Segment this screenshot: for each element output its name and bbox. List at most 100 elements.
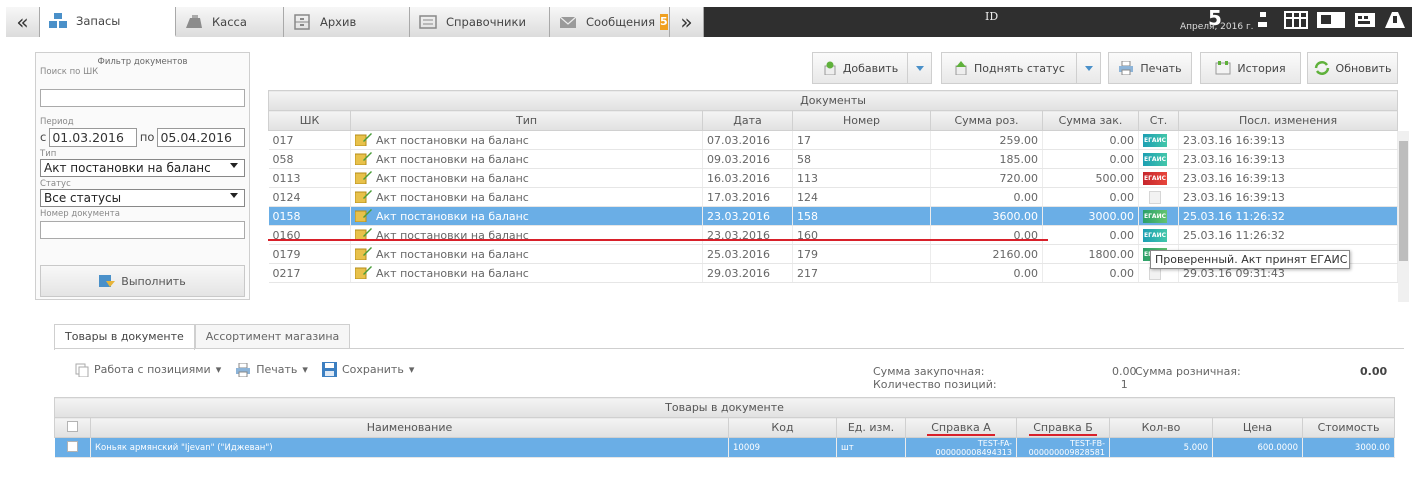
egais-status-icon[interactable] xyxy=(1149,190,1161,204)
cell-type-label: Акт постановки на баланс xyxy=(376,248,529,261)
type-select[interactable]: Акт постановки на баланс xyxy=(40,159,245,177)
cell-type: Акт постановки на баланс xyxy=(350,206,703,226)
tab-zapasy[interactable]: Запасы xyxy=(40,7,176,37)
period-label: Период xyxy=(40,117,74,127)
row-checkbox[interactable] xyxy=(66,440,78,452)
table-row[interactable]: 017 Акт постановки на баланс 07.03.2016 17 2… xyxy=(268,130,1399,150)
date-to-field[interactable]: 05.04.2016 xyxy=(157,127,245,147)
tab-kassa[interactable]: Касса xyxy=(176,7,284,37)
user-icon[interactable] xyxy=(1384,10,1406,30)
cell-last-change: 23.03.16 16:39:13 xyxy=(1178,187,1399,207)
positions-count-label: Количество позиций: xyxy=(873,378,997,391)
col-header-number[interactable]: Номер xyxy=(792,110,931,131)
col-header-name[interactable]: Наименование xyxy=(90,417,729,438)
cell-retail-sum: 259.00 xyxy=(930,130,1043,150)
keyboard-icon[interactable] xyxy=(1354,10,1376,30)
purchase-sum-value: 0.00 xyxy=(1112,365,1137,378)
select-all-checkbox[interactable] xyxy=(67,420,78,432)
tab-store-assortment[interactable]: Ассортимент магазина xyxy=(194,324,351,349)
printer-icon xyxy=(236,362,251,377)
cell-type: Акт постановки на баланс xyxy=(350,149,703,169)
cell-status: ЕГАИС xyxy=(1138,168,1179,188)
cell-barcode: 0217 xyxy=(268,263,351,283)
filter-title: Фильтр документов xyxy=(97,57,188,67)
table-row[interactable]: 0124 Акт постановки на баланс 17.03.2016 12… xyxy=(268,187,1399,207)
status-select[interactable]: Все статусы xyxy=(40,189,245,207)
add-label: Добавить xyxy=(842,61,899,75)
egais-status-icon[interactable]: ЕГАИС xyxy=(1143,228,1167,242)
egais-status-icon[interactable]: ЕГАИС xyxy=(1143,152,1167,166)
refresh-button[interactable]: Обновить xyxy=(1307,52,1398,84)
table-row[interactable]: 0160 Акт постановки на баланс 23.03.2016 16… xyxy=(268,225,1399,245)
cell-retail-sum: 0.00 xyxy=(930,187,1043,207)
goods-print-button[interactable]: Печать ▾ xyxy=(235,362,308,377)
cell-number: 113 xyxy=(792,168,931,188)
documents-scrollbar[interactable] xyxy=(1398,131,1409,302)
col-header-price[interactable]: Цена xyxy=(1212,417,1303,438)
chevron-down-icon: ▾ xyxy=(302,363,308,376)
date-from-field[interactable]: 01.03.2016 xyxy=(49,127,137,147)
col-header-type[interactable]: Тип xyxy=(350,110,703,131)
save-menu-button[interactable]: Сохранить ▾ xyxy=(321,362,414,377)
cell-status: ЕГАИС xyxy=(1138,206,1179,226)
nav-scroll-right-icon[interactable]: » xyxy=(670,7,704,37)
col-header-cost[interactable]: Стоимость xyxy=(1301,417,1396,438)
scrollbar-thumb[interactable] xyxy=(1399,141,1408,261)
add-dropdown-button[interactable] xyxy=(907,52,932,84)
cell-date: 25.03.2016 xyxy=(702,244,793,264)
table-row[interactable]: Коньяк армянский "Ijevan" ("Иджеван") 100… xyxy=(54,437,1396,458)
envelope-icon xyxy=(558,14,578,30)
egais-status-icon[interactable]: ЕГАИС xyxy=(1143,171,1167,185)
egais-status-icon[interactable]: ЕГАИС xyxy=(1143,133,1167,147)
raise-status-dropdown-button[interactable] xyxy=(1076,52,1101,84)
cell-number: 179 xyxy=(792,244,931,264)
header-icons xyxy=(1258,10,1406,30)
positions-menu-button[interactable]: Работа с позициями ▾ xyxy=(75,362,221,377)
header-status-area: ID 5 Апреля, 2016 г. xyxy=(704,6,1412,37)
col-header-ref-a[interactable]: Справка А xyxy=(905,417,1017,438)
signal-icon[interactable] xyxy=(1258,10,1276,30)
goods-caption: Товары в документе xyxy=(53,397,1396,418)
docnum-label: Номер документа xyxy=(40,209,120,219)
highlight-underline xyxy=(268,239,1048,241)
tab-soobshcheniya[interactable]: Сообщения 5 xyxy=(550,7,670,37)
add-button[interactable]: Добавить xyxy=(812,52,909,84)
col-header-purchase-sum[interactable]: Сумма зак. xyxy=(1042,110,1139,131)
history-button[interactable]: История xyxy=(1200,52,1301,84)
documents-caption: Документы xyxy=(267,90,1399,111)
tab-goods-in-document[interactable]: Товары в документе xyxy=(54,324,195,350)
print-button[interactable]: Печать xyxy=(1108,52,1192,84)
egais-status-icon[interactable]: ЕГАИС xyxy=(1143,209,1167,223)
cell-select[interactable] xyxy=(54,437,91,458)
table-row[interactable]: 0158 Акт постановки на баланс 23.03.2016 15… xyxy=(268,206,1399,226)
cell-retail-sum: 3600.00 xyxy=(930,206,1043,226)
col-header-ref-b[interactable]: Справка Б xyxy=(1016,417,1110,438)
cash-register-icon xyxy=(184,14,204,30)
raise-status-button[interactable]: Поднять статус xyxy=(941,52,1078,84)
run-filter-button[interactable]: Выполнить xyxy=(40,265,245,297)
col-header-retail-sum[interactable]: Сумма роз. xyxy=(930,110,1043,131)
col-header-date[interactable]: Дата xyxy=(702,110,793,131)
grid-icon[interactable] xyxy=(1284,10,1308,30)
col-header-barcode[interactable]: ШК xyxy=(268,110,351,131)
monitor-icon[interactable] xyxy=(1316,10,1346,30)
col-header-last-change[interactable]: Посл. изменения xyxy=(1177,110,1399,131)
col-header-status[interactable]: Ст. xyxy=(1138,110,1179,131)
cell-type: Акт постановки на баланс xyxy=(350,168,703,188)
col-header-code[interactable]: Код xyxy=(728,417,837,438)
tab-arkhiv[interactable]: Архив xyxy=(284,7,410,37)
table-row[interactable]: 058 Акт постановки на баланс 09.03.2016 58 1… xyxy=(268,149,1399,169)
print-label: Печать xyxy=(1140,61,1182,75)
docnum-input[interactable] xyxy=(40,221,245,239)
unread-badge: 5 xyxy=(660,14,668,30)
barcode-search-input[interactable] xyxy=(40,89,245,107)
cell-purchase-sum: 0.00 xyxy=(1042,263,1139,283)
table-row[interactable]: 0113 Акт постановки на баланс 16.03.2016 11… xyxy=(268,168,1399,188)
tab-spravochniki[interactable]: Справочники xyxy=(410,7,550,37)
nav-scroll-left-icon[interactable]: « xyxy=(6,7,40,37)
cell-date: 07.03.2016 xyxy=(702,130,793,150)
col-header-unit[interactable]: Ед. изм. xyxy=(836,417,906,438)
cell-type-label: Акт постановки на баланс xyxy=(376,267,529,280)
col-header-select-all[interactable] xyxy=(54,417,91,438)
col-header-qty[interactable]: Кол-во xyxy=(1109,417,1213,438)
